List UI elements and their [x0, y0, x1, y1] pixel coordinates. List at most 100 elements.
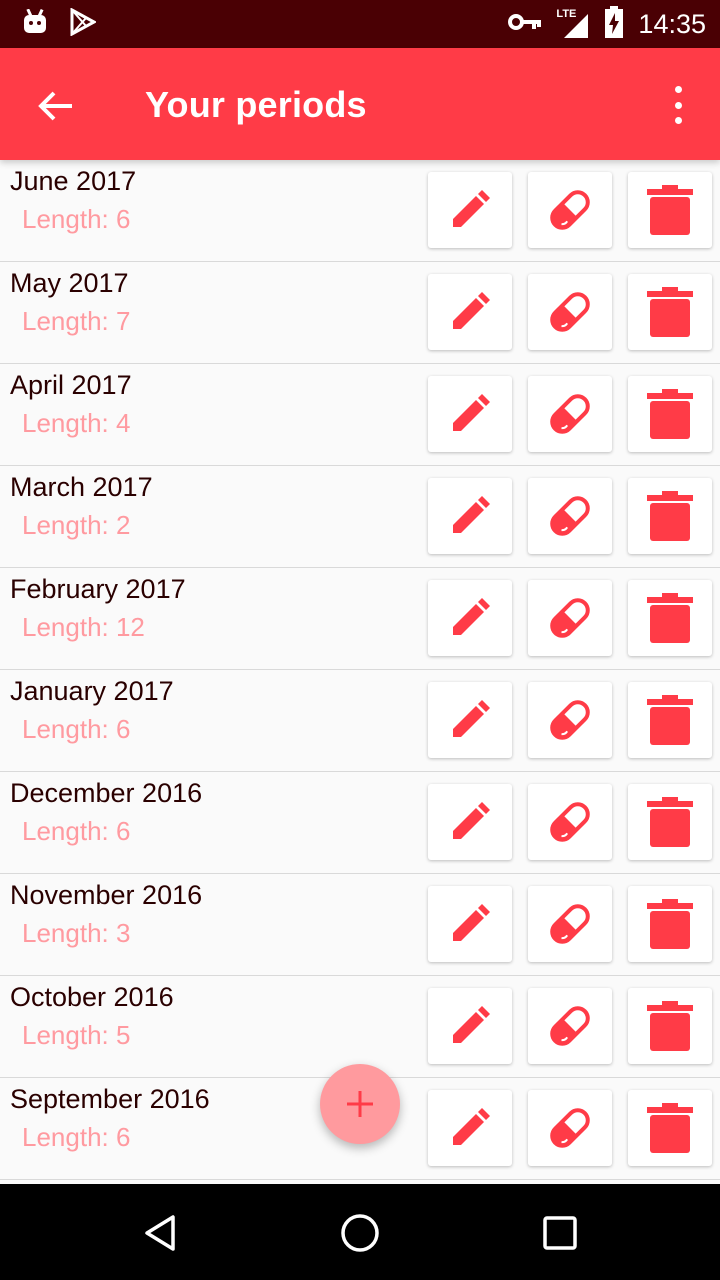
delete-icon [647, 797, 693, 847]
medication-button[interactable] [528, 784, 612, 860]
delete-icon [647, 389, 693, 439]
delete-button[interactable] [628, 376, 712, 452]
delete-icon [647, 695, 693, 745]
edit-icon [453, 496, 490, 533]
period-month: September 2016 [10, 1084, 210, 1114]
period-length: Length: 12 [22, 612, 145, 642]
delete-button[interactable] [628, 1090, 712, 1166]
period-month: November 2016 [10, 880, 203, 910]
page-title: Your periods [145, 84, 367, 125]
delete-button[interactable] [628, 784, 712, 860]
medication-button[interactable] [528, 172, 612, 248]
status-bar: LTE 14:35 [0, 0, 720, 48]
delete-button[interactable] [628, 682, 712, 758]
edit-button[interactable] [428, 988, 512, 1064]
period-month: May 2017 [10, 268, 129, 298]
period-row: April 2017 Length: 4 [0, 364, 720, 466]
edit-button[interactable] [428, 172, 512, 248]
period-month: January 2017 [10, 676, 174, 706]
overflow-menu-button[interactable] [658, 82, 698, 128]
pill-icon [550, 598, 590, 638]
pill-icon [550, 394, 590, 434]
nav-recents-button[interactable] [533, 1206, 587, 1260]
medication-button[interactable] [528, 988, 612, 1064]
medication-button[interactable] [528, 376, 612, 452]
edit-button[interactable] [428, 886, 512, 962]
edit-icon [453, 1108, 490, 1145]
medication-button[interactable] [528, 580, 612, 656]
add-period-button[interactable] [320, 1064, 400, 1144]
period-row: June 2017 Length: 6 [0, 160, 720, 262]
delete-button[interactable] [628, 988, 712, 1064]
pill-icon [550, 1006, 590, 1046]
period-month: June 2017 [10, 166, 137, 196]
medication-button[interactable] [528, 478, 612, 554]
pill-icon [550, 904, 590, 944]
edit-button[interactable] [428, 784, 512, 860]
pill-icon [550, 802, 590, 842]
period-month: April 2017 [10, 370, 132, 400]
battery-charging-icon [604, 5, 624, 43]
play-store-icon [70, 7, 98, 41]
edit-icon [453, 190, 490, 227]
notification-icons [22, 7, 98, 41]
home-circle-icon [341, 1214, 379, 1252]
period-length: Length: 4 [22, 408, 131, 438]
period-row: October 2016 Length: 5 [0, 976, 720, 1078]
clock: 14:35 [638, 8, 706, 39]
period-month: March 2017 [10, 472, 153, 502]
period-length: Length: 6 [22, 714, 131, 744]
edit-icon [453, 802, 490, 839]
period-length: Length: 7 [22, 306, 131, 336]
delete-icon [647, 1103, 693, 1153]
period-length: Length: 2 [22, 510, 131, 540]
period-month: October 2016 [10, 982, 174, 1012]
edit-button[interactable] [428, 376, 512, 452]
delete-button[interactable] [628, 886, 712, 962]
delete-button[interactable] [628, 274, 712, 350]
periods-list: June 2017 Length: 6 May 2017 Length: 7 A… [0, 160, 720, 1184]
edit-button[interactable] [428, 1090, 512, 1166]
medication-button[interactable] [528, 274, 612, 350]
edit-icon [453, 904, 490, 941]
back-button[interactable] [30, 80, 82, 132]
back-triangle-icon [145, 1215, 175, 1251]
edit-button[interactable] [428, 478, 512, 554]
period-month: February 2017 [10, 574, 186, 604]
pill-icon [550, 700, 590, 740]
medication-button[interactable] [528, 682, 612, 758]
delete-button[interactable] [628, 580, 712, 656]
period-length: Length: 6 [22, 816, 131, 846]
delete-icon [647, 491, 693, 541]
delete-button[interactable] [628, 172, 712, 248]
vpn-key-icon [508, 12, 542, 37]
period-row: January 2017 Length: 6 [0, 670, 720, 772]
more-vert-icon [674, 86, 682, 93]
nav-back-button[interactable] [134, 1206, 188, 1260]
nav-home-button[interactable] [333, 1206, 387, 1260]
delete-icon [647, 287, 693, 337]
pill-icon [550, 292, 590, 332]
period-row: November 2016 Length: 3 [0, 874, 720, 976]
app-bar: Your periods [0, 48, 720, 160]
period-row: February 2017 Length: 12 [0, 568, 720, 670]
edit-button[interactable] [428, 682, 512, 758]
period-length: Length: 5 [22, 1020, 131, 1050]
delete-icon [647, 1001, 693, 1051]
period-length: Length: 6 [22, 1122, 131, 1152]
period-row: March 2017 Length: 2 [0, 466, 720, 568]
delete-icon [647, 899, 693, 949]
android-debug-icon [22, 8, 48, 40]
delete-button[interactable] [628, 478, 712, 554]
system-icons: LTE 14:35 [508, 5, 706, 43]
medication-button[interactable] [528, 886, 612, 962]
delete-icon [647, 593, 693, 643]
pill-icon [550, 496, 590, 536]
period-row: December 2016 Length: 6 [0, 772, 720, 874]
add-icon [347, 1091, 373, 1117]
edit-button[interactable] [428, 274, 512, 350]
edit-button[interactable] [428, 580, 512, 656]
medication-button[interactable] [528, 1090, 612, 1166]
edit-icon [453, 700, 490, 737]
edit-icon [453, 598, 490, 635]
